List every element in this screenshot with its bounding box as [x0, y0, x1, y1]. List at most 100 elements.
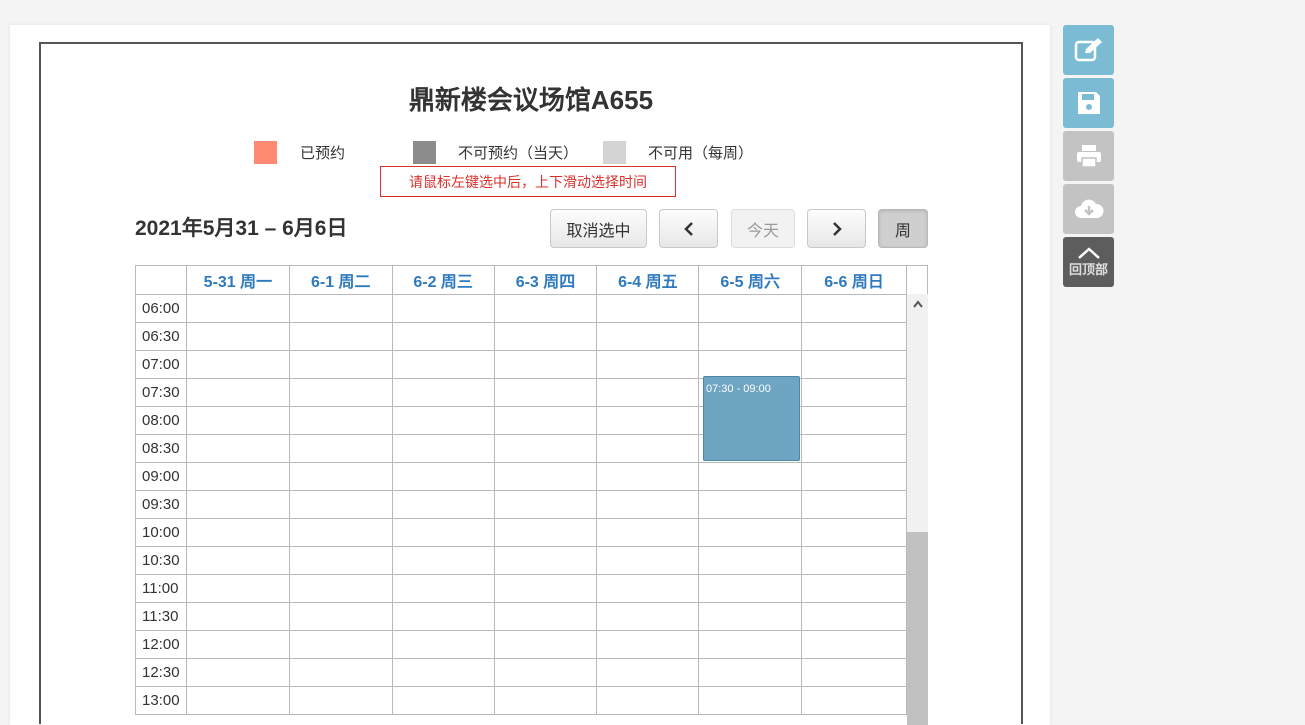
time-slot[interactable]: [698, 322, 803, 351]
time-slot[interactable]: [493, 406, 598, 435]
time-slot[interactable]: [185, 546, 290, 575]
time-slot[interactable]: [288, 518, 393, 547]
time-slot[interactable]: [391, 350, 495, 379]
time-slot[interactable]: [801, 602, 907, 631]
time-slot[interactable]: [493, 658, 598, 687]
time-slot[interactable]: [801, 518, 907, 547]
time-slot[interactable]: [288, 686, 393, 715]
time-slot[interactable]: [596, 350, 700, 379]
time-slot[interactable]: [391, 378, 495, 407]
time-slot[interactable]: [698, 630, 803, 659]
time-slot[interactable]: [596, 462, 700, 491]
save-button[interactable]: [1063, 78, 1114, 128]
time-slot[interactable]: [698, 462, 803, 491]
time-slot[interactable]: [698, 490, 803, 519]
time-slot[interactable]: [801, 378, 907, 407]
time-slot[interactable]: [596, 378, 700, 407]
time-slot[interactable]: [185, 658, 290, 687]
time-slot[interactable]: [288, 378, 393, 407]
time-slot[interactable]: [185, 462, 290, 491]
time-slot[interactable]: [801, 462, 907, 491]
time-slot[interactable]: [185, 518, 290, 547]
time-slot[interactable]: [493, 462, 598, 491]
time-slot[interactable]: [391, 406, 495, 435]
time-slot[interactable]: [596, 434, 700, 463]
time-slot[interactable]: [185, 378, 290, 407]
time-slot[interactable]: [185, 602, 290, 631]
time-slot[interactable]: [801, 406, 907, 435]
time-slot[interactable]: [801, 546, 907, 575]
time-slot[interactable]: [698, 574, 803, 603]
time-slot[interactable]: [185, 630, 290, 659]
time-slot[interactable]: [391, 630, 495, 659]
week-view-button[interactable]: 周: [878, 209, 928, 248]
day-header[interactable]: 6-1 周二: [288, 265, 393, 295]
time-slot[interactable]: [801, 322, 907, 351]
day-header[interactable]: 6-5 周六: [698, 265, 803, 295]
time-slot[interactable]: [596, 294, 700, 323]
time-slot[interactable]: [596, 518, 700, 547]
day-header[interactable]: 6-6 周日: [801, 265, 907, 295]
cancel-selection-button[interactable]: 取消选中: [550, 209, 647, 248]
time-slot[interactable]: [391, 686, 495, 715]
calendar-scrollbar[interactable]: [907, 294, 928, 725]
time-slot[interactable]: [391, 602, 495, 631]
time-slot[interactable]: [288, 434, 393, 463]
time-slot[interactable]: [185, 686, 290, 715]
time-slot[interactable]: [288, 462, 393, 491]
time-slot[interactable]: [185, 294, 290, 323]
time-slot[interactable]: [288, 546, 393, 575]
time-slot[interactable]: [493, 574, 598, 603]
next-week-button[interactable]: [807, 209, 866, 248]
time-slot[interactable]: [493, 546, 598, 575]
time-slot[interactable]: [288, 406, 393, 435]
time-slot[interactable]: [493, 378, 598, 407]
day-header[interactable]: 6-2 周三: [391, 265, 495, 295]
time-slot[interactable]: [288, 490, 393, 519]
time-slot[interactable]: [493, 518, 598, 547]
print-button[interactable]: [1063, 131, 1114, 181]
time-slot[interactable]: [801, 686, 907, 715]
time-slot[interactable]: [391, 294, 495, 323]
time-slot[interactable]: [288, 294, 393, 323]
time-slot[interactable]: [288, 658, 393, 687]
time-slot[interactable]: [801, 350, 907, 379]
day-header[interactable]: 6-4 周五: [596, 265, 700, 295]
scroll-up-arrow[interactable]: [907, 294, 928, 314]
prev-week-button[interactable]: [659, 209, 718, 248]
time-slot[interactable]: [493, 434, 598, 463]
time-slot[interactable]: [493, 686, 598, 715]
time-slot[interactable]: [185, 406, 290, 435]
time-slot[interactable]: [596, 658, 700, 687]
time-slot[interactable]: [698, 294, 803, 323]
time-slot[interactable]: [698, 686, 803, 715]
time-slot[interactable]: [288, 630, 393, 659]
time-slot[interactable]: [185, 574, 290, 603]
time-slot[interactable]: [391, 462, 495, 491]
time-slot[interactable]: [185, 322, 290, 351]
time-slot[interactable]: [391, 322, 495, 351]
time-slot[interactable]: [698, 602, 803, 631]
day-header[interactable]: 6-3 周四: [493, 265, 598, 295]
booking-event[interactable]: 07:30 - 09:00: [703, 376, 800, 461]
time-slot[interactable]: [391, 574, 495, 603]
time-slot[interactable]: [493, 294, 598, 323]
today-button[interactable]: 今天: [731, 209, 795, 248]
time-slot[interactable]: [288, 602, 393, 631]
time-slot[interactable]: [698, 518, 803, 547]
time-slot[interactable]: [801, 630, 907, 659]
time-slot[interactable]: [391, 434, 495, 463]
edit-button[interactable]: [1063, 25, 1114, 75]
time-slot[interactable]: [288, 350, 393, 379]
time-slot[interactable]: [391, 658, 495, 687]
time-slot[interactable]: [801, 434, 907, 463]
time-slot[interactable]: [596, 686, 700, 715]
day-header[interactable]: 5-31 周一: [185, 265, 290, 295]
time-slot[interactable]: [185, 350, 290, 379]
time-slot[interactable]: [493, 350, 598, 379]
time-slot[interactable]: [493, 602, 598, 631]
time-slot[interactable]: [391, 490, 495, 519]
time-slot[interactable]: [596, 406, 700, 435]
time-slot[interactable]: [185, 434, 290, 463]
time-slot[interactable]: [288, 322, 393, 351]
